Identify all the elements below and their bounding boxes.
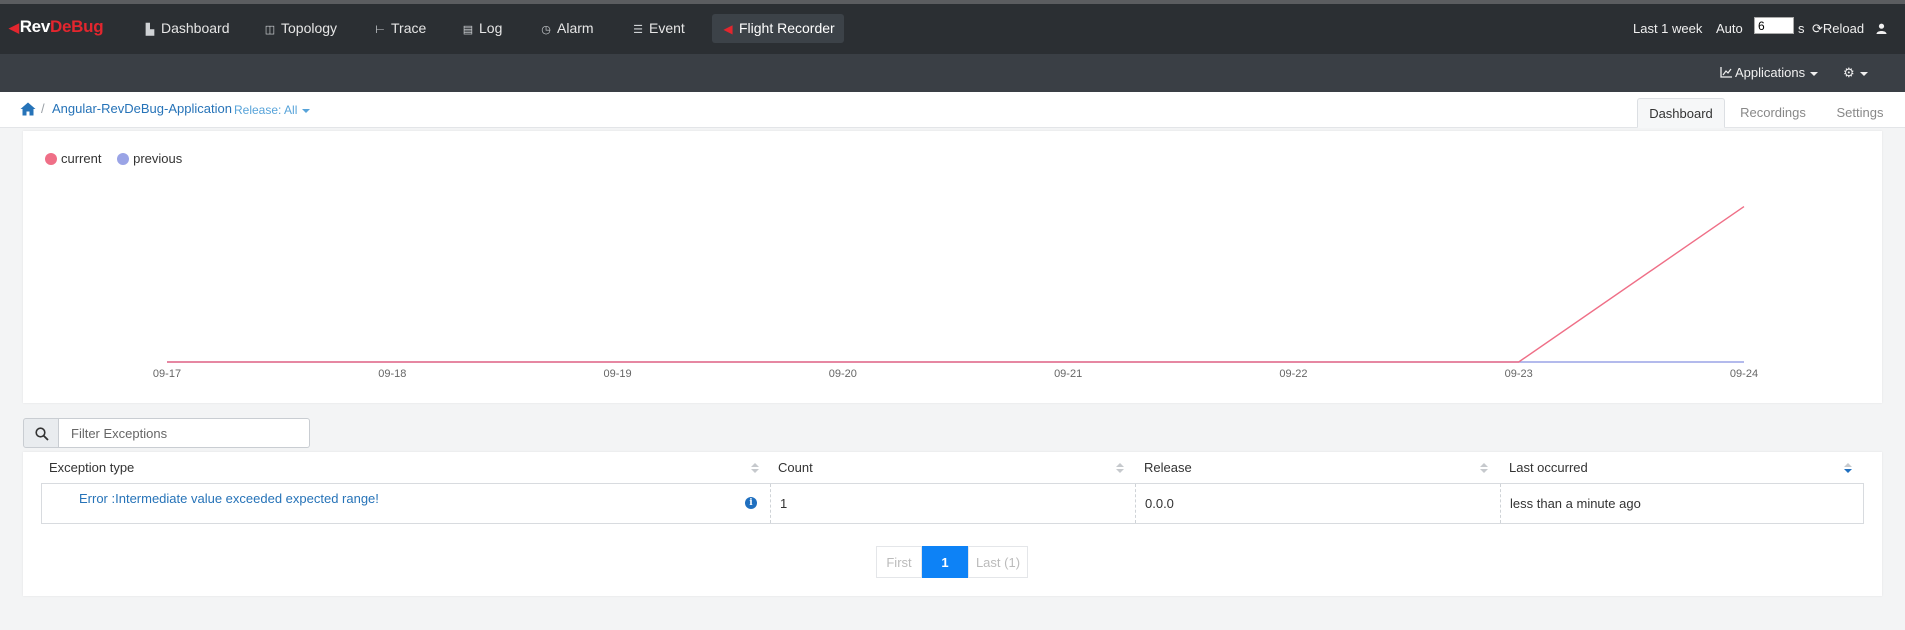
pagination-last[interactable]: Last (1) (968, 546, 1028, 578)
alarm-icon: ◷ (541, 24, 551, 36)
top-navbar: ◀RevDeBug ▙ Dashboard ◫ Topology ⊢ Trace ▤ L… (0, 4, 1905, 54)
exceptions-table: Exception type Count Release Last occurr… (23, 452, 1882, 596)
applications-label: Applications (1735, 65, 1806, 80)
nav-flight-recorder[interactable]: ◀ Flight Recorder (712, 14, 844, 43)
column-divider (770, 484, 771, 523)
topology-icon: ◫ (264, 24, 276, 36)
settings-dropdown[interactable]: ⚙ (1843, 63, 1868, 83)
series-line-current (167, 205, 1745, 363)
chart-icon (1720, 67, 1732, 78)
tab-settings[interactable]: Settings (1821, 98, 1899, 128)
sort-icon[interactable] (751, 463, 759, 473)
release-filter-label: Release: All (234, 103, 298, 117)
nav-alarm[interactable]: ◷ Alarm (530, 14, 603, 43)
sort-desc-icon[interactable] (1844, 463, 1852, 473)
auto-refresh-label: Auto (1716, 21, 1743, 36)
chevron-down-icon (302, 108, 311, 113)
sort-icon[interactable] (1480, 463, 1488, 473)
x-tick-label: 09-23 (1505, 368, 1533, 380)
nav-trace[interactable]: ⊢ Trace (364, 14, 435, 43)
x-tick-label: 09-22 (1279, 368, 1307, 380)
column-header-exception-type[interactable]: Exception type (49, 452, 134, 484)
exceptions-chart-card: current previous 09-17 09-18 09-19 09-20 09-… (23, 131, 1882, 403)
column-header-count[interactable]: Count (778, 452, 813, 484)
release-cell: 0.0.0 (1145, 496, 1174, 511)
nav-dashboard[interactable]: ▙ Dashboard (134, 14, 239, 43)
x-tick-label: 09-20 (829, 368, 857, 380)
release-filter-dropdown[interactable]: Release: All (234, 103, 311, 117)
nav-event[interactable]: ☰ Event (622, 14, 694, 43)
secondary-toolbar: Applications ⚙ (0, 54, 1905, 92)
trace-icon: ⊢ (375, 24, 385, 36)
breadcrumb-app-link[interactable]: Angular-RevDeBug-Application (52, 101, 232, 116)
nav-alarm-label: Alarm (557, 20, 594, 36)
breadcrumb-separator: / (41, 101, 45, 116)
nav-log-label: Log (479, 20, 503, 36)
nav-topology[interactable]: ◫ Topology (254, 14, 346, 43)
event-icon: ☰ (633, 24, 643, 36)
column-divider (1135, 484, 1136, 523)
column-header-release[interactable]: Release (1144, 452, 1192, 484)
column-divider (1500, 484, 1501, 523)
pagination-first[interactable]: First (876, 546, 922, 578)
auto-refresh-interval-input[interactable] (1754, 17, 1794, 34)
user-menu[interactable] (1876, 14, 1887, 43)
info-icon[interactable]: i (745, 497, 757, 509)
x-tick-label: 09-19 (604, 368, 632, 380)
filter-exceptions-input[interactable] (59, 418, 310, 448)
log-icon: ▤ (462, 24, 474, 36)
breadcrumb: / Angular-RevDeBug-Application Release: … (0, 92, 1905, 128)
last-occurred-cell: less than a minute ago (1510, 496, 1641, 511)
dashboard-icon: ▙ (145, 24, 155, 36)
search-button[interactable] (23, 418, 59, 448)
nav-flight-recorder-label: Flight Recorder (739, 20, 835, 36)
flight-recorder-icon: ◀ (723, 22, 733, 36)
count-cell: 1 (780, 496, 788, 511)
exceptions-line-chart: 09-17 09-18 09-19 09-20 09-21 09-22 09-23 09-24 (153, 205, 1758, 380)
x-tick-label: 09-17 (153, 368, 181, 380)
nav-trace-label: Trace (391, 20, 427, 36)
chevron-down-icon (1859, 71, 1868, 76)
logo-rev-text: Rev (19, 17, 51, 36)
logo-debug-text: DeBug (50, 17, 104, 36)
nav-dashboard-label: Dashboard (161, 20, 230, 36)
x-tick-label: 09-21 (1054, 368, 1082, 380)
applications-dropdown[interactable]: Applications (1720, 63, 1819, 83)
seconds-unit: s (1798, 21, 1805, 36)
gears-icon: ⚙ (1843, 65, 1855, 80)
column-header-last-occurred[interactable]: Last occurred (1509, 452, 1588, 484)
user-icon (1876, 23, 1887, 34)
revdebug-logo[interactable]: ◀RevDeBug (9, 17, 104, 37)
table-row[interactable]: Error :Intermediate value exceeded expec… (41, 483, 1864, 524)
tab-recordings[interactable]: Recordings (1729, 98, 1817, 128)
reload-button[interactable]: ⟳Reload (1812, 14, 1864, 43)
nav-log[interactable]: ▤ Log (452, 14, 511, 43)
home-icon[interactable] (20, 102, 36, 116)
nav-event-label: Event (649, 20, 685, 36)
x-tick-label: 09-18 (378, 368, 406, 380)
tab-dashboard[interactable]: Dashboard (1637, 98, 1725, 128)
logo-arrow-icon: ◀ (9, 20, 19, 35)
time-range-picker[interactable]: Last 1 week (1633, 14, 1702, 43)
search-icon (35, 427, 49, 441)
exception-type-link[interactable]: Error :Intermediate value exceeded expec… (79, 484, 379, 523)
nav-topology-label: Topology (281, 20, 338, 36)
x-tick-label: 09-24 (1730, 368, 1758, 380)
sort-icon[interactable] (1116, 463, 1124, 473)
reload-label: Reload (1822, 21, 1865, 36)
reload-icon: ⟳ (1812, 21, 1823, 36)
pagination-page-1[interactable]: 1 (922, 546, 968, 578)
chevron-down-icon (1810, 71, 1819, 76)
